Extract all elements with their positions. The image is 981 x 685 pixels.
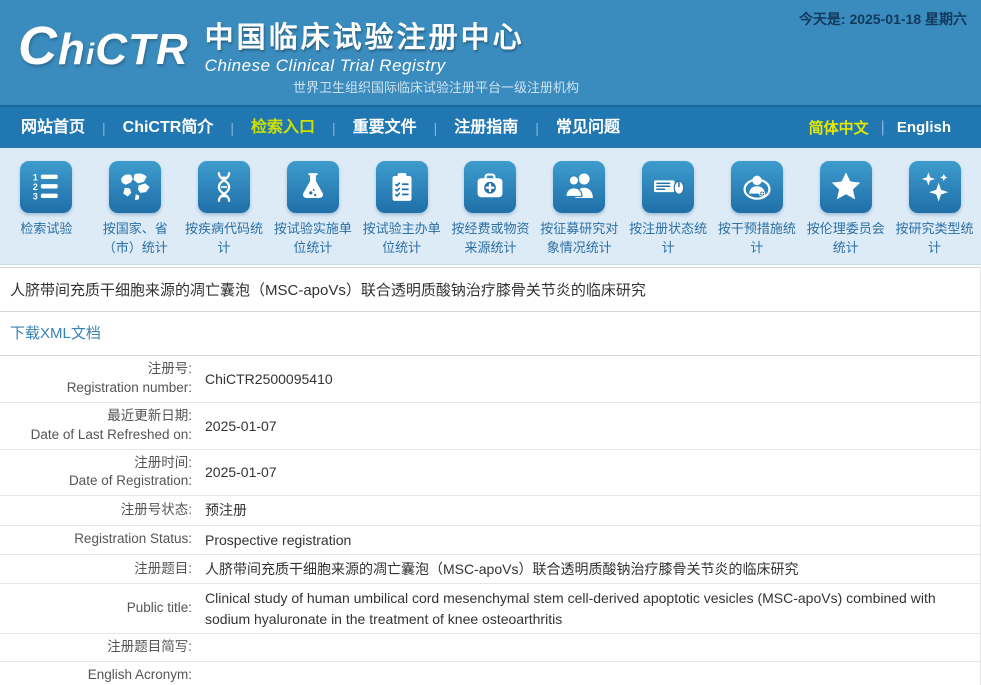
nav-item-search-entry[interactable]: 检索入口 [236, 107, 330, 148]
table-row-date-of-registration: 注册时间: Date of Registration: 2025-01-07 [0, 450, 980, 497]
table-row-registration-status-en: Registration Status: Prospective registr… [0, 526, 980, 555]
table-row-registration-number: 注册号: Registration number: ChiCTR25000954… [0, 356, 980, 403]
row-label-cn: 注册号: [0, 360, 192, 379]
quicklink-label: 按国家、省（市）统计 [91, 220, 179, 258]
table-row-last-refreshed: 最近更新日期: Date of Last Refreshed on: 2025-… [0, 403, 980, 450]
quicklinks-panel: 123 检索试验 按国家、省（市）统计 按疾病代码统计 按试验实施单位统计 按试… [0, 148, 981, 265]
page-title: 人脐带间充质干细胞来源的凋亡囊泡（MSC-apoVs）联合透明质酸钠治疗膝骨关节… [0, 267, 980, 312]
lang-english[interactable]: English [885, 119, 963, 136]
flask-icon [287, 161, 339, 213]
row-label-en: Registration Status: [0, 530, 192, 549]
quicklink-by-sponsor-unit[interactable]: 按试验主办单位统计 [357, 161, 446, 264]
chictr-logo[interactable]: ChiCTR 中国临床试验注册中心 Chinese Clinical Trial… [18, 20, 525, 81]
quicklink-by-intervention[interactable]: 按干预措施统计 [713, 161, 802, 264]
row-label-cn: 最近更新日期: [0, 407, 192, 426]
quicklink-by-ethics-committee[interactable]: 按伦理委员会统计 [801, 161, 890, 264]
quicklink-label: 按疾病代码统计 [180, 220, 268, 258]
star-icon [820, 161, 872, 213]
row-value: Clinical study of human umbilical cord m… [205, 588, 980, 629]
svg-text:1: 1 [33, 172, 38, 182]
nav-item-important-documents[interactable]: 重要文件 [338, 107, 432, 148]
chictr-logo-text: ChiCTR [18, 20, 189, 81]
row-label: Registration Status: [0, 530, 205, 549]
quicklink-by-study-type[interactable]: 按研究类型统计 [890, 161, 979, 264]
row-label-cn: 注册题目简写: [0, 638, 192, 657]
doctor-icon [731, 161, 783, 213]
quicklink-by-funding-source[interactable]: 按经费或物资来源统计 [446, 161, 535, 264]
quicklink-by-implementing-unit[interactable]: 按试验实施单位统计 [268, 161, 357, 264]
who-org-line: 世界卫生组织国际临床试验注册平台一级注册机构 [293, 77, 579, 96]
row-label-cn: 注册号状态: [0, 501, 192, 520]
table-row-public-title: Public title: Clinical study of human um… [0, 584, 980, 634]
quicklink-label: 按试验主办单位统计 [358, 220, 446, 258]
site-title-en: Chinese Clinical Trial Registry [205, 56, 525, 76]
nav-item-registration-guide[interactable]: 注册指南 [439, 107, 533, 148]
row-value: ChiCTR2500095410 [205, 369, 980, 389]
row-label-en: Date of Registration: [0, 472, 192, 491]
quicklink-by-disease-code[interactable]: 按疾病代码统计 [180, 161, 269, 264]
row-label-en: Registration number: [0, 379, 192, 398]
clipboard-icon [376, 161, 428, 213]
row-label-en: Date of Last Refreshed on: [0, 426, 192, 445]
first-aid-kit-icon [464, 161, 516, 213]
today-date: 今天是: 2025-01-18 星期六 [799, 9, 967, 29]
world-map-icon [109, 161, 161, 213]
sparkles-icon [909, 161, 961, 213]
quicklink-label: 检索试验 [2, 220, 90, 239]
row-label: 注册题目简写: [0, 638, 205, 657]
row-label: 注册题目: [0, 560, 205, 579]
row-label: 最近更新日期: Date of Last Refreshed on: [0, 407, 205, 445]
nav-item-faq[interactable]: 常见问题 [541, 107, 635, 148]
quicklink-label: 按经费或物资来源统计 [446, 220, 534, 258]
row-label: 注册号: Registration number: [0, 360, 205, 398]
site-title-cn: 中国临床试验注册中心 [205, 22, 525, 54]
numbered-list-icon: 123 [20, 161, 72, 213]
row-label: Public title: [0, 599, 205, 618]
quicklink-label: 按征募研究对象情况统计 [535, 220, 623, 258]
quicklink-label: 按研究类型统计 [891, 220, 979, 258]
svg-text:2: 2 [33, 182, 38, 192]
keyboard-mouse-icon [642, 161, 694, 213]
row-label: 注册时间: Date of Registration: [0, 454, 205, 492]
site-header: 今天是: 2025-01-18 星期六 ChiCTR 中国临床试验注册中心 Ch… [0, 0, 981, 105]
row-value: 2025-01-07 [205, 462, 980, 482]
table-row-title-acronym-cn: 注册题目简写: [0, 634, 980, 662]
quicklink-label: 按试验实施单位统计 [269, 220, 357, 258]
main-content: 人脐带间充质干细胞来源的凋亡囊泡（MSC-apoVs）联合透明质酸钠治疗膝骨关节… [0, 267, 981, 685]
row-value: 预注册 [205, 500, 980, 520]
people-icon [553, 161, 605, 213]
row-label: English Acronym: [0, 666, 205, 685]
download-xml-link[interactable]: 下载XML文档 [10, 325, 101, 342]
svg-text:3: 3 [33, 191, 38, 201]
main-nav: 网站首页 ChiCTR简介 检索入口 重要文件 注册指南 常见问题 简体中文 |… [0, 105, 981, 148]
table-row-registration-status-cn: 注册号状态: 预注册 [0, 496, 980, 525]
row-value: 人脐带间充质干细胞来源的凋亡囊泡（MSC-apoVs）联合透明质酸钠治疗膝骨关节… [205, 559, 980, 579]
quicklink-search-trials[interactable]: 123 检索试验 [2, 161, 91, 264]
nav-item-home[interactable]: 网站首页 [6, 107, 100, 148]
row-value: 2025-01-07 [205, 416, 980, 436]
quicklink-label: 按干预措施统计 [713, 220, 801, 258]
quicklink-label: 按注册状态统计 [624, 220, 712, 258]
row-label-en: English Acronym: [0, 666, 192, 685]
lang-simplified-chinese[interactable]: 简体中文 [797, 117, 881, 138]
row-label-en: Public title: [0, 599, 192, 618]
table-row-registered-title: 注册题目: 人脐带间充质干细胞来源的凋亡囊泡（MSC-apoVs）联合透明质酸钠… [0, 555, 980, 584]
row-label: 注册号状态: [0, 501, 205, 520]
row-label-cn: 注册题目: [0, 560, 192, 579]
quicklink-by-registration-status[interactable]: 按注册状态统计 [624, 161, 713, 264]
nav-item-about[interactable]: ChiCTR简介 [108, 107, 229, 148]
registration-table: 注册号: Registration number: ChiCTR25000954… [0, 356, 980, 685]
row-label-cn: 注册时间: [0, 454, 192, 473]
quicklink-by-country[interactable]: 按国家、省（市）统计 [91, 161, 180, 264]
row-value: Prospective registration [205, 530, 980, 550]
dna-icon [198, 161, 250, 213]
quicklink-by-recruitment[interactable]: 按征募研究对象情况统计 [535, 161, 624, 264]
quicklink-label: 按伦理委员会统计 [802, 220, 890, 258]
table-row-english-acronym: English Acronym: [0, 662, 980, 685]
